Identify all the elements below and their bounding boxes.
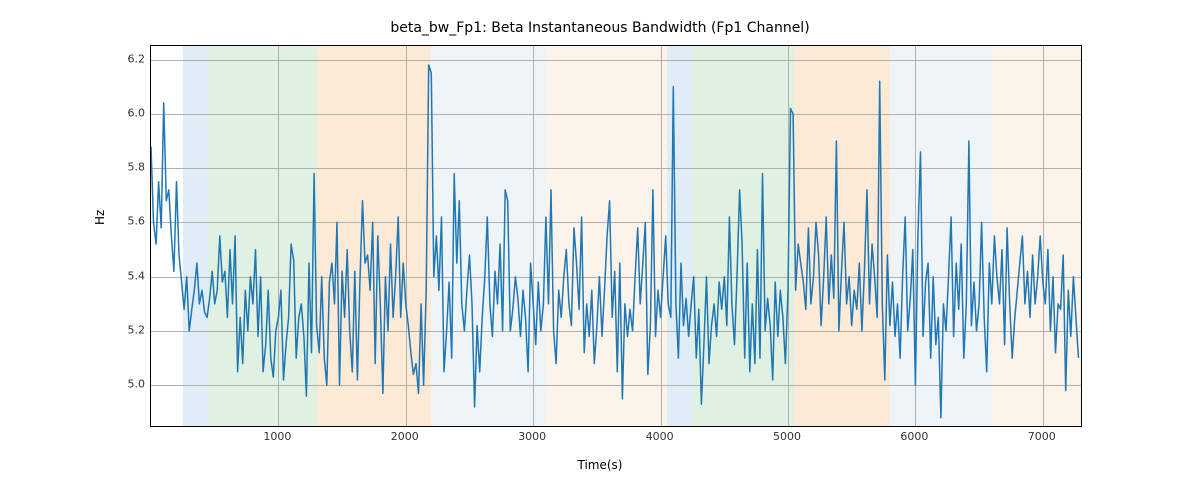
chart-container: beta_bw_Fp1: Beta Instantaneous Bandwidt… [0, 0, 1200, 500]
y-tick-label: 5.0 [105, 378, 145, 391]
y-tick-label: 5.8 [105, 161, 145, 174]
x-tick-label: 5000 [773, 430, 801, 443]
x-tick-label: 4000 [646, 430, 674, 443]
chart-title: beta_bw_Fp1: Beta Instantaneous Bandwidt… [0, 20, 1200, 36]
x-tick-label: 7000 [1028, 430, 1056, 443]
x-tick-label: 6000 [900, 430, 928, 443]
x-tick-label: 1000 [263, 430, 291, 443]
x-tick-label: 3000 [518, 430, 546, 443]
y-tick-label: 5.4 [105, 269, 145, 282]
y-tick-label: 5.6 [105, 215, 145, 228]
data-line [151, 46, 1081, 426]
y-tick-label: 5.2 [105, 324, 145, 337]
x-axis-label: Time(s) [0, 458, 1200, 472]
y-tick-label: 6.0 [105, 106, 145, 119]
x-tick-label: 2000 [391, 430, 419, 443]
y-tick-label: 6.2 [105, 52, 145, 65]
plot-area [150, 45, 1082, 427]
